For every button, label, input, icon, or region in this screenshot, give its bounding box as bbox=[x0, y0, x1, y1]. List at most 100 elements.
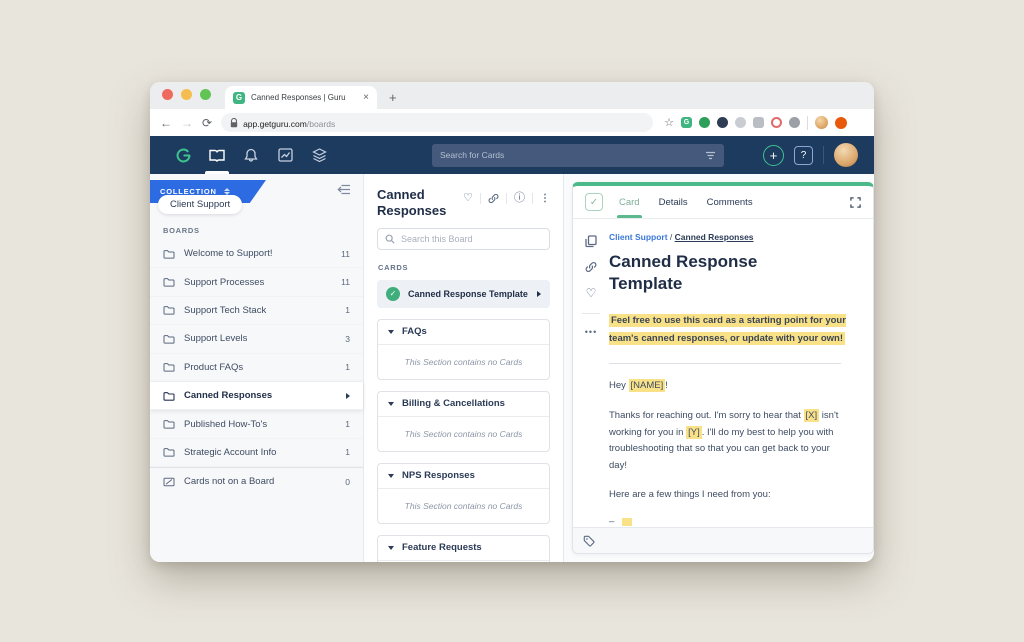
card-header: ✓ Card Details Comments bbox=[573, 186, 873, 219]
more-options-icon[interactable]: ••• bbox=[585, 327, 597, 337]
boards-sidebar: COLLECTION Client Support BOARDS Welcome… bbox=[150, 174, 364, 562]
close-window-button[interactable] bbox=[162, 89, 173, 100]
collapse-triangle-icon bbox=[388, 402, 394, 406]
analytics-chart-icon[interactable] bbox=[268, 136, 302, 174]
card-search-input[interactable] bbox=[440, 150, 699, 160]
maximize-window-button[interactable] bbox=[200, 89, 211, 100]
empty-section-text: This Section contains no Cards bbox=[378, 417, 549, 451]
browser-update-badge[interactable] bbox=[835, 117, 847, 129]
tab-close-icon[interactable]: × bbox=[363, 92, 369, 103]
board-list: Welcome to Support! 11 Support Processes… bbox=[150, 240, 363, 496]
sidebar-item-product-faqs[interactable]: Product FAQs 1 bbox=[150, 354, 363, 382]
breadcrumb-board-link[interactable]: Canned Responses bbox=[675, 232, 754, 242]
collections-layers-icon[interactable] bbox=[302, 136, 336, 174]
kebab-menu-icon[interactable]: ⋮ bbox=[540, 193, 550, 204]
card-count: 1 bbox=[345, 447, 350, 457]
rail-divider bbox=[582, 313, 600, 314]
lock-icon bbox=[230, 118, 238, 128]
collection-name-pill[interactable]: Client Support bbox=[158, 195, 242, 214]
favorite-heart-icon[interactable]: ♡ bbox=[463, 193, 473, 204]
user-avatar[interactable] bbox=[834, 143, 858, 167]
folder-icon bbox=[163, 362, 175, 372]
empty-section-text: This Section contains no Cards bbox=[378, 561, 549, 562]
board-search-bar[interactable] bbox=[377, 228, 550, 250]
forward-button[interactable]: → bbox=[181, 116, 193, 130]
browser-profile-avatar[interactable] bbox=[815, 116, 828, 129]
content-divider bbox=[609, 363, 841, 364]
verify-check-icon[interactable]: ✓ bbox=[585, 193, 603, 211]
dark-extension-icon[interactable] bbox=[717, 117, 728, 128]
name-token: [NAME] bbox=[629, 379, 666, 392]
card-count: 11 bbox=[341, 249, 350, 259]
info-icon[interactable]: ⓘ bbox=[514, 193, 525, 204]
sidebar-item-published-how-tos[interactable]: Published How-To's 1 bbox=[150, 410, 363, 438]
card-detail: ✓ Card Details Comments ♡ bbox=[572, 182, 874, 554]
section-header[interactable]: Billing & Cancellations bbox=[378, 392, 549, 417]
card-search-bar[interactable] bbox=[432, 144, 724, 167]
board-search-input[interactable] bbox=[401, 234, 542, 244]
card-list-item-canned-response-template[interactable]: ✓ Canned Response Template bbox=[377, 280, 550, 308]
sidebar-item-canned-responses[interactable]: Canned Responses bbox=[150, 382, 363, 410]
green-extension-icon[interactable] bbox=[699, 117, 710, 128]
truncated-bullet: – bbox=[609, 516, 847, 527]
gray-extension-icon[interactable] bbox=[753, 117, 764, 128]
favorite-heart-icon[interactable]: ♡ bbox=[586, 286, 597, 300]
folder-icon bbox=[163, 305, 175, 315]
section-faqs: FAQs This Section contains no Cards bbox=[377, 319, 550, 380]
back-button[interactable]: ← bbox=[160, 116, 172, 130]
bookmark-star-icon[interactable]: ☆ bbox=[664, 116, 674, 129]
copy-link-icon[interactable] bbox=[488, 193, 499, 204]
tab-details[interactable]: Details bbox=[659, 186, 688, 218]
address-bar[interactable]: app.getguru.com/boards bbox=[221, 113, 653, 132]
body-paragraph-2: Here are a few things I need from you: bbox=[609, 487, 847, 504]
sidebar-item-cards-not-on-a-board[interactable]: Cards not on a Board 0 bbox=[150, 467, 363, 495]
notifications-bell-icon[interactable] bbox=[234, 136, 268, 174]
guru-extension-icon[interactable]: G bbox=[681, 117, 692, 128]
copy-link-icon[interactable] bbox=[585, 261, 597, 273]
empty-section-text: This Section contains no Cards bbox=[378, 345, 549, 379]
tab-comments[interactable]: Comments bbox=[707, 186, 753, 218]
expand-fullscreen-icon[interactable] bbox=[850, 197, 861, 208]
refresh-button[interactable]: ⟳ bbox=[202, 116, 212, 130]
new-tab-button[interactable]: + bbox=[389, 90, 397, 109]
search-icon bbox=[385, 234, 395, 244]
collapse-triangle-icon bbox=[388, 546, 394, 550]
collapse-sidebar-icon[interactable] bbox=[337, 184, 351, 195]
body-paragraph: Thanks for reaching out. I'm sorry to he… bbox=[609, 408, 847, 475]
red-ring-extension-icon[interactable] bbox=[771, 117, 782, 128]
window-controls bbox=[162, 82, 211, 109]
gray-dot-extension-icon[interactable] bbox=[735, 117, 746, 128]
chevron-updown-icon bbox=[224, 188, 230, 195]
sidebar-item-strategic-account-info[interactable]: Strategic Account Info 1 bbox=[150, 439, 363, 467]
card-off-icon bbox=[163, 477, 175, 487]
copy-card-icon[interactable] bbox=[585, 235, 597, 248]
camera-extension-icon[interactable] bbox=[789, 117, 800, 128]
sidebar-item-support-tech-stack[interactable]: Support Tech Stack 1 bbox=[150, 297, 363, 325]
create-card-button[interactable]: + bbox=[763, 145, 784, 166]
boards-nav-icon[interactable] bbox=[200, 136, 234, 174]
card-count: 1 bbox=[345, 362, 350, 372]
tag-icon[interactable] bbox=[583, 535, 595, 547]
board-panel: Canned Responses ♡ ⓘ ⋮ CARDS ✓ Canned Re bbox=[364, 174, 564, 562]
section-header[interactable]: FAQs bbox=[378, 320, 549, 345]
folder-icon bbox=[163, 419, 175, 429]
section-header[interactable]: NPS Responses bbox=[378, 464, 549, 489]
sidebar-item-welcome-to-support[interactable]: Welcome to Support! 11 bbox=[150, 240, 363, 268]
card-action-rail: ♡ ••• bbox=[573, 219, 609, 527]
x-token: [X] bbox=[804, 409, 820, 422]
url-path: /boards bbox=[307, 119, 335, 129]
section-header[interactable]: Feature Requests bbox=[378, 536, 549, 561]
sidebar-item-support-processes[interactable]: Support Processes 11 bbox=[150, 268, 363, 296]
breadcrumb-collection-link[interactable]: Client Support bbox=[609, 232, 668, 242]
filter-icon[interactable] bbox=[705, 151, 716, 160]
sidebar-item-support-levels[interactable]: Support Levels 3 bbox=[150, 325, 363, 353]
browser-tab[interactable]: G Canned Responses | Guru × bbox=[225, 86, 377, 109]
help-button[interactable]: ? bbox=[794, 146, 813, 165]
toolbar-icons: ☆ G bbox=[664, 116, 847, 130]
boards-section-label: BOARDS bbox=[163, 226, 200, 235]
tab-title: Canned Responses | Guru bbox=[251, 93, 357, 102]
tab-card[interactable]: Card bbox=[619, 186, 640, 218]
minimize-window-button[interactable] bbox=[181, 89, 192, 100]
browser-window: G Canned Responses | Guru × + ← → ⟳ app.… bbox=[150, 82, 874, 562]
guru-logo-icon[interactable] bbox=[166, 136, 200, 174]
